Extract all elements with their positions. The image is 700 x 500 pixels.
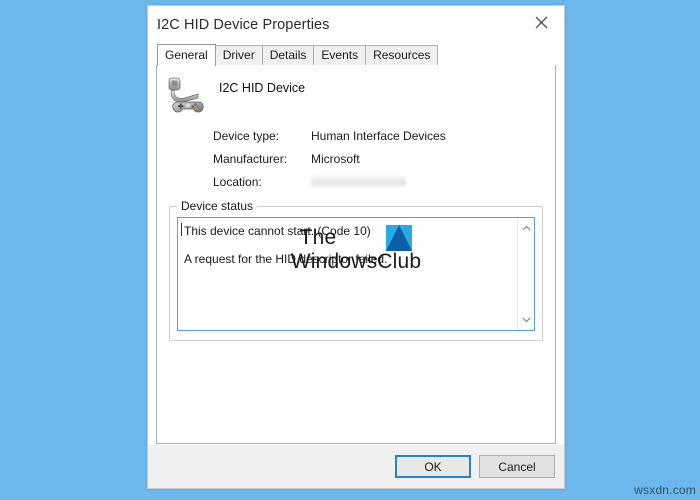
device-type-label: Device type:: [213, 128, 280, 143]
tab-general[interactable]: General: [157, 44, 216, 66]
property-row-manufacturer: Manufacturer: Microsoft: [213, 147, 555, 170]
device-name: I2C HID Device: [219, 81, 306, 95]
device-properties-dialog: I2C HID Device Properties General Driver…: [147, 5, 565, 489]
dialog-titlebar: I2C HID Device Properties: [148, 6, 564, 44]
status-line-code: This device cannot start. (Code 10): [184, 224, 371, 238]
chevron-up-icon[interactable]: [519, 221, 534, 235]
location-value-redacted: [311, 175, 406, 188]
dialog-button-bar: OK Cancel: [148, 444, 564, 488]
tab-details[interactable]: Details: [261, 45, 315, 65]
hid-gamepad-device-icon: [165, 75, 207, 115]
tab-events[interactable]: Events: [313, 45, 367, 65]
general-tab-panel: I2C HID Device Device type: Human Interf…: [156, 64, 556, 444]
cancel-button[interactable]: Cancel: [479, 455, 555, 478]
device-status-legend: Device status: [177, 199, 258, 213]
device-type-value: Human Interface Devices: [311, 128, 446, 143]
manufacturer-label: Manufacturer:: [213, 151, 288, 166]
device-properties-list: Device type: Human Interface Devices Man…: [157, 124, 555, 193]
tab-resources[interactable]: Resources: [365, 45, 439, 65]
source-watermark: wsxdn.com: [634, 483, 696, 497]
status-line-detail: A request for the HID descriptor failed.: [184, 252, 388, 266]
location-label: Location:: [213, 174, 262, 189]
manufacturer-value: Microsoft: [311, 151, 360, 166]
property-row-device-type: Device type: Human Interface Devices: [213, 124, 555, 147]
close-icon: [535, 16, 548, 29]
device-status-scrollbar[interactable]: [517, 218, 534, 330]
device-status-group: Device status This device cannot start. …: [169, 199, 543, 341]
ok-button[interactable]: OK: [395, 455, 471, 478]
property-row-location: Location:: [213, 170, 555, 193]
chevron-down-icon[interactable]: [519, 313, 534, 327]
device-status-text: This device cannot start. (Code 10) A re…: [178, 218, 517, 330]
device-status-textbox[interactable]: This device cannot start. (Code 10) A re…: [177, 217, 535, 331]
text-caret: [181, 223, 182, 236]
close-button[interactable]: [519, 6, 564, 39]
device-header: I2C HID Device: [157, 65, 555, 115]
tab-driver[interactable]: Driver: [214, 45, 263, 65]
dialog-title: I2C HID Device Properties: [157, 17, 330, 33]
tab-strip: General Driver Details Events Resources: [148, 44, 564, 66]
